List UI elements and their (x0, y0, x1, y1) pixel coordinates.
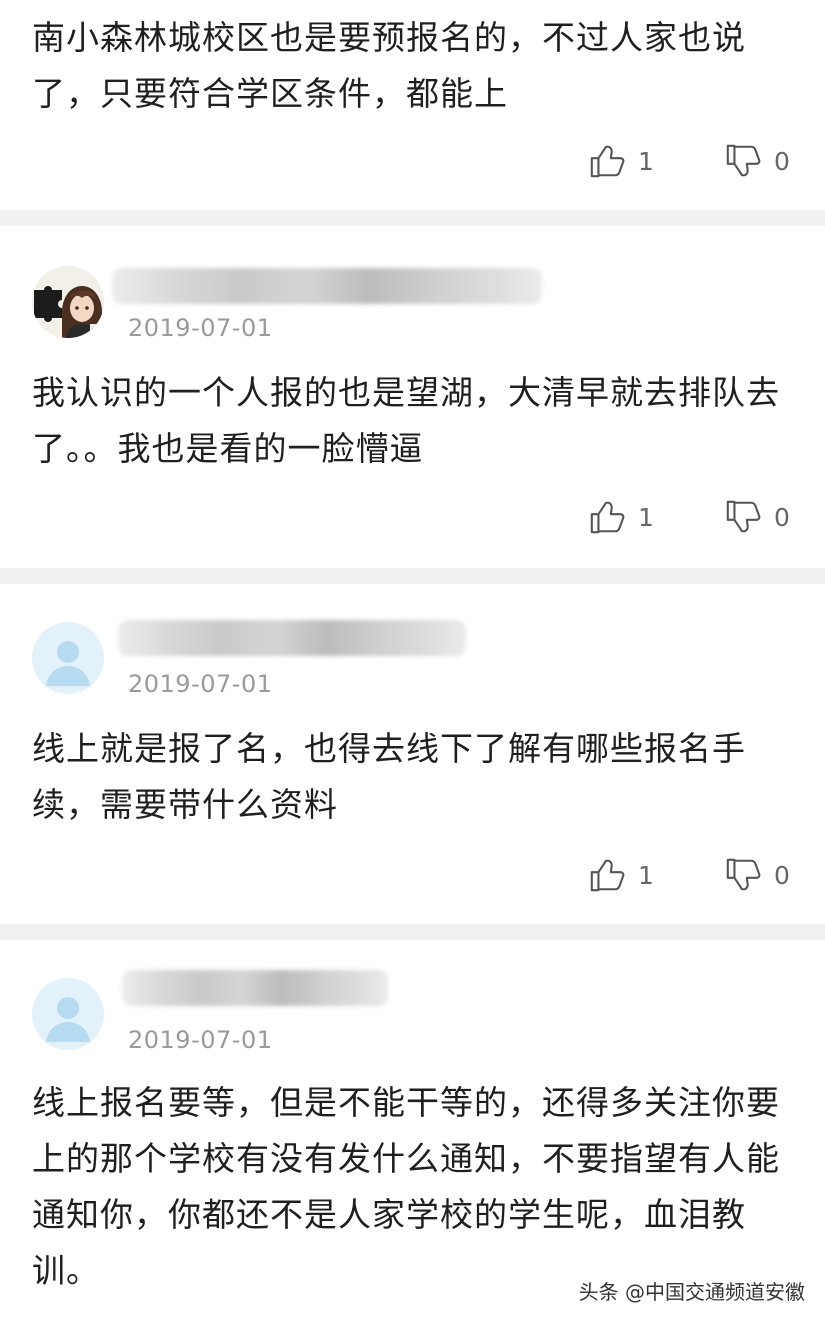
comment-text: 我认识的一个人报的也是望湖，大清早就去排队去了。。我也是看的一脸懵逼 (32, 373, 780, 468)
comment-1: 南小森林城校区也是要预报名的，不过人家也说了，只要符合学区条件，都能上 1 0 (0, 0, 825, 210)
like-button[interactable]: 1 (588, 856, 654, 894)
comment-2: 2019-07-01 我认识的一个人报的也是望湖，大清早就去排队去了。。我也是看… (0, 226, 825, 568)
comment-3: 2019-07-01 线上就是报了名，也得去线下了解有哪些报名手续，需要带什么资… (0, 584, 825, 924)
watermark: 头条 @中国交通频道安徽 (578, 1280, 805, 1304)
dislike-count: 0 (774, 146, 790, 176)
comment-text: 线上报名要等，但是不能干等的，还得多关注你要上的那个学校有没有发什么通知，不要指… (32, 1083, 780, 1290)
dislike-count: 0 (774, 502, 790, 532)
dislike-button[interactable]: 0 (724, 856, 790, 894)
default-user-icon[interactable] (32, 978, 104, 1050)
like-count: 1 (638, 146, 654, 176)
username-blurred (122, 970, 388, 1006)
like-button[interactable]: 1 (588, 142, 654, 180)
dislike-count: 0 (774, 860, 790, 890)
thumbs-up-icon (590, 859, 625, 892)
comment-text: 南小森林城校区也是要预报名的，不过人家也说了，只要符合学区条件，都能上 (32, 18, 746, 113)
comment-4: 2019-07-01 线上报名要等，但是不能干等的，还得多关注你要上的那个学校有… (0, 940, 825, 1320)
like-count: 1 (638, 860, 654, 890)
comment-date: 2019-07-01 (128, 314, 273, 342)
thumbs-up-icon (590, 145, 625, 178)
comment-date: 2019-07-01 (128, 670, 273, 698)
username-blurred (118, 620, 466, 656)
comment-separator (0, 924, 825, 940)
comment-separator (0, 568, 825, 584)
comment-date: 2019-07-01 (128, 1026, 273, 1054)
thumbs-down-icon (726, 500, 761, 533)
default-user-icon[interactable] (32, 622, 104, 694)
anime-avatar-icon[interactable] (32, 266, 104, 338)
dislike-button[interactable]: 0 (724, 498, 790, 536)
comment-separator (0, 210, 825, 226)
comment-text: 线上就是报了名，也得去线下了解有哪些报名手续，需要带什么资料 (32, 729, 746, 824)
like-count: 1 (638, 502, 654, 532)
like-button[interactable]: 1 (588, 498, 654, 536)
thumbs-down-icon (726, 144, 761, 177)
thumbs-down-icon (726, 858, 761, 891)
dislike-button[interactable]: 0 (724, 142, 790, 180)
thumbs-up-icon (590, 501, 625, 534)
username-blurred (112, 268, 542, 304)
